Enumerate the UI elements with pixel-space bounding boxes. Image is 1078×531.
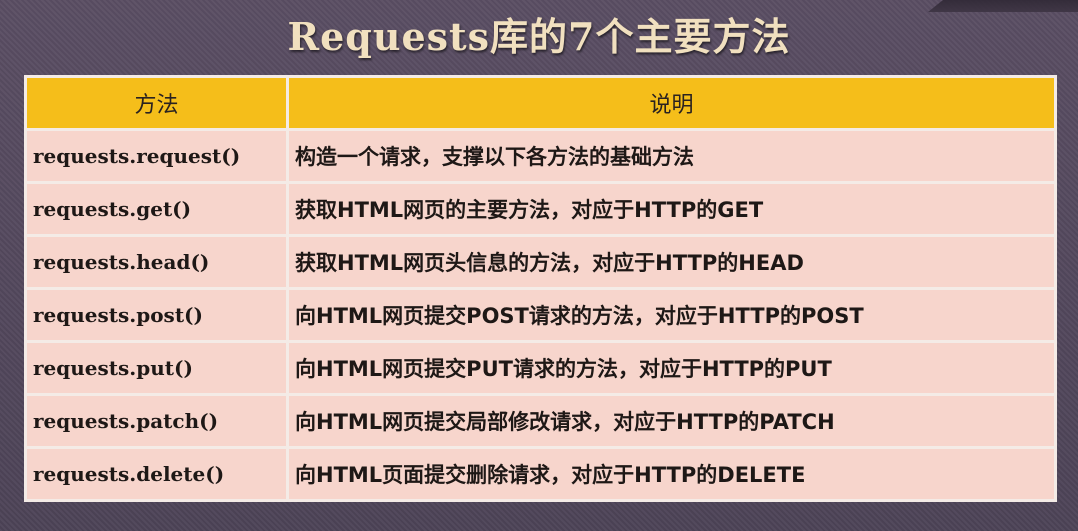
method-cell: requests.patch() <box>24 393 289 449</box>
table-row: requests.get() 获取HTML网页的主要方法，对应于HTTP的GET <box>24 181 1057 237</box>
description-cell: 向HTML网页提交POST请求的方法，对应于HTTP的POST <box>286 287 1057 343</box>
description-cell: 获取HTML网页的主要方法，对应于HTTP的GET <box>286 181 1057 237</box>
table-row: requests.delete() 向HTML页面提交删除请求，对应于HTTP的… <box>24 446 1057 502</box>
method-cell: requests.request() <box>24 128 289 184</box>
header-method: 方法 <box>24 75 289 131</box>
table-row: requests.post() 向HTML网页提交POST请求的方法，对应于HT… <box>24 287 1057 343</box>
method-cell: requests.get() <box>24 181 289 237</box>
table-row: requests.head() 获取HTML网页头信息的方法，对应于HTTP的H… <box>24 234 1057 290</box>
description-cell: 向HTML页面提交删除请求，对应于HTTP的DELETE <box>286 446 1057 502</box>
method-cell: requests.head() <box>24 234 289 290</box>
table-header-row: 方法 说明 <box>24 75 1057 131</box>
table-row: requests.put() 向HTML网页提交PUT请求的方法，对应于HTTP… <box>24 340 1057 396</box>
slide-title: Requests库的7个主要方法 <box>287 14 791 59</box>
description-cell: 向HTML网页提交局部修改请求，对应于HTTP的PATCH <box>286 393 1057 449</box>
methods-table: 方法 说明 requests.request() 构造一个请求，支撑以下各方法的… <box>24 75 1057 502</box>
description-cell: 构造一个请求，支撑以下各方法的基础方法 <box>286 128 1057 184</box>
table-row: requests.patch() 向HTML网页提交局部修改请求，对应于HTTP… <box>24 393 1057 449</box>
description-cell: 向HTML网页提交PUT请求的方法，对应于HTTP的PUT <box>286 340 1057 396</box>
method-cell: requests.delete() <box>24 446 289 502</box>
method-cell: requests.put() <box>24 340 289 396</box>
description-cell: 获取HTML网页头信息的方法，对应于HTTP的HEAD <box>286 234 1057 290</box>
table-row: requests.request() 构造一个请求，支撑以下各方法的基础方法 <box>24 128 1057 184</box>
method-cell: requests.post() <box>24 287 289 343</box>
header-description: 说明 <box>286 75 1057 131</box>
